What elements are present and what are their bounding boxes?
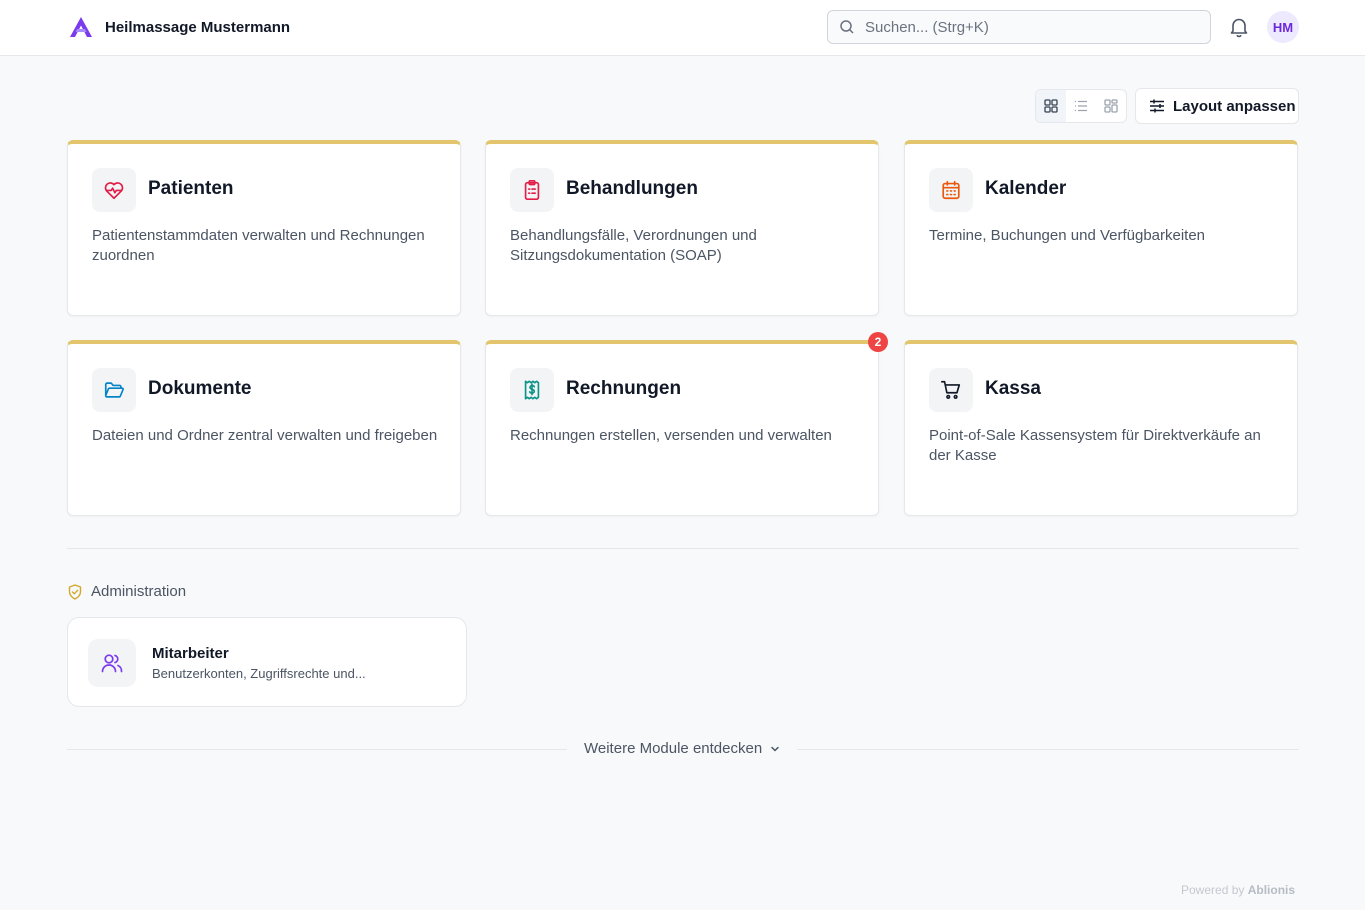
module-title: Kalender (985, 178, 1067, 199)
sliders-icon (1150, 99, 1164, 113)
more-modules-line-right (797, 749, 1299, 750)
module-title: Kassa (985, 378, 1041, 399)
module-card-dokumente[interactable]: Dokumente Dateien und Ordner zentral ver… (67, 340, 461, 516)
module-icon-box (929, 168, 973, 212)
module-card-rechnungen[interactable]: Rechnungen Rechnungen erstellen, versend… (485, 340, 879, 516)
module-icon-box (510, 168, 554, 212)
module-description: Termine, Buchungen und Verfügbarkeiten (929, 227, 1206, 244)
user-avatar[interactable]: HM (1267, 11, 1299, 43)
user-initials: HM (1272, 19, 1294, 35)
notification-bell-icon[interactable] (1228, 16, 1250, 38)
customize-layout-label: Layout anpassen (1173, 97, 1296, 115)
shield-check-icon (68, 583, 82, 600)
admin-icon-box (88, 639, 136, 687)
module-icon-box (92, 368, 136, 412)
admin-card-title: Mitarbeiter (152, 645, 229, 662)
brand[interactable]: Heilmassage Mustermann (69, 16, 290, 38)
search-icon (840, 20, 854, 34)
customize-layout-button[interactable]: Layout anpassen (1135, 88, 1299, 124)
module-card-patienten[interactable]: Patienten Patientenstammdaten verwalten … (67, 140, 461, 316)
module-description: Rechnungen erstellen, versenden und verw… (510, 427, 832, 444)
more-modules-line-left (67, 749, 567, 750)
module-icon-box (929, 368, 973, 412)
module-card-kalender[interactable]: Kalender Termine, Buchungen und Verfügba… (904, 140, 1298, 316)
grid-icon (1044, 99, 1058, 113)
list-view-button[interactable] (1066, 90, 1096, 122)
heart-pulse-icon (104, 182, 124, 200)
search-input[interactable] (865, 18, 1185, 36)
folder-open-icon (104, 382, 124, 398)
compact-grid-icon (1104, 99, 1118, 113)
discover-more-modules-label: Weitere Module entdecken (584, 740, 763, 757)
module-description: Behandlungsfälle, Verordnungen und Sitzu… (510, 227, 757, 264)
admin-card-description: Benutzerkonten, Zugriffsrechte und... (152, 666, 366, 681)
module-title: Patienten (148, 178, 234, 199)
clipboard-list-icon (524, 180, 540, 200)
search-box[interactable] (827, 10, 1211, 44)
module-description: Point-of-Sale Kassensystem für Direktver… (929, 427, 1261, 464)
receipt-icon (524, 380, 540, 400)
powered-by-brand[interactable]: Ablionis (1248, 883, 1295, 897)
discover-more-modules-button[interactable]: Weitere Module entdecken (584, 740, 781, 757)
module-card-behandlungen[interactable]: Behandlungen Behandlungsfälle, Verordnun… (485, 140, 879, 316)
powered-by-prefix: Powered by (1181, 883, 1245, 897)
top-bar: Heilmassage Mustermann HM (0, 0, 1365, 56)
module-title: Dokumente (148, 378, 252, 399)
module-icon-box (510, 368, 554, 412)
powered-by-footer: Powered by Ablionis (1181, 883, 1295, 897)
module-description: Dateien und Ordner zentral verwalten und… (92, 427, 438, 444)
module-title: Rechnungen (566, 378, 682, 399)
shopping-cart-icon (941, 380, 961, 399)
list-icon (1075, 100, 1087, 112)
company-name: Heilmassage Mustermann (105, 18, 291, 36)
administration-section-header: Administration (68, 583, 186, 600)
admin-card-mitarbeiter[interactable]: Mitarbeiter Benutzerkonten, Zugriffsrech… (67, 617, 467, 707)
module-icon-box (92, 168, 136, 212)
compact-view-button[interactable] (1096, 90, 1126, 122)
section-divider (67, 548, 1299, 549)
chevron-down-icon (771, 746, 779, 751)
module-title: Behandlungen (566, 178, 698, 199)
view-mode-toggle (1035, 89, 1127, 123)
administration-label: Administration (91, 583, 187, 600)
calendar-icon (942, 180, 960, 200)
module-description: Patientenstammdaten verwalten und Rechnu… (92, 227, 425, 264)
notification-badge: 2 (868, 332, 888, 352)
module-card-kassa[interactable]: Kassa Point-of-Sale Kassensystem für Dir… (904, 340, 1298, 516)
grid-view-button[interactable] (1036, 90, 1066, 122)
users-icon (101, 654, 123, 673)
brand-logo-icon (70, 17, 92, 37)
